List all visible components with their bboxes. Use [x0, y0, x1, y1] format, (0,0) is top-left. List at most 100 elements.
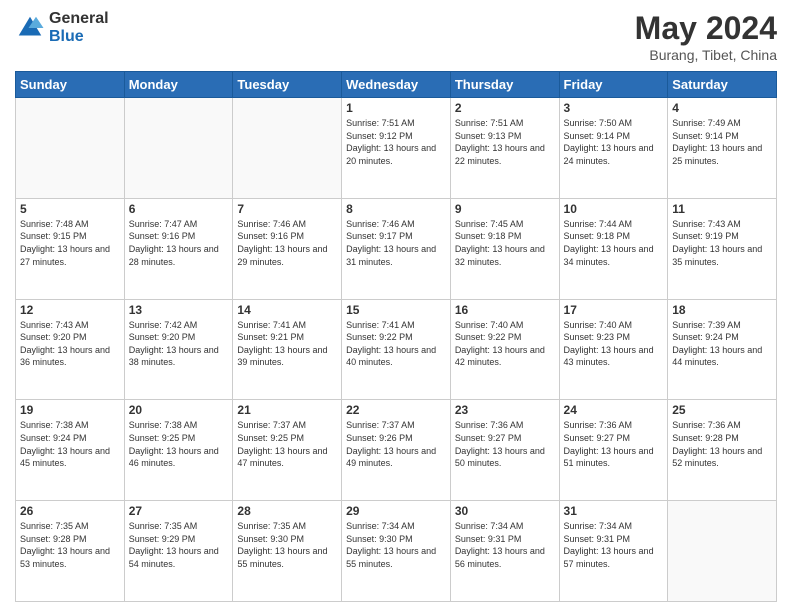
calendar-header: SundayMondayTuesdayWednesdayThursdayFrid… — [16, 72, 777, 98]
day-info: Sunrise: 7:34 AMSunset: 9:31 PMDaylight:… — [564, 520, 664, 570]
day-number: 6 — [129, 202, 229, 216]
day-info: Sunrise: 7:36 AMSunset: 9:27 PMDaylight:… — [564, 419, 664, 469]
week-row-0: 1 Sunrise: 7:51 AMSunset: 9:12 PMDaylight… — [16, 98, 777, 199]
calendar-cell: 10 Sunrise: 7:44 AMSunset: 9:18 PMDayligh… — [559, 198, 668, 299]
day-info: Sunrise: 7:40 AMSunset: 9:23 PMDaylight:… — [564, 319, 664, 369]
calendar-cell: 2 Sunrise: 7:51 AMSunset: 9:13 PMDaylight… — [450, 98, 559, 199]
day-number: 7 — [237, 202, 337, 216]
day-info: Sunrise: 7:44 AMSunset: 9:18 PMDaylight:… — [564, 218, 664, 268]
week-row-2: 12Sunrise: 7:43 AMSunset: 9:20 PMDayligh… — [16, 299, 777, 400]
day-number: 30 — [455, 504, 555, 518]
calendar-title: May 2024 — [635, 10, 777, 47]
day-info: Sunrise: 7:42 AMSunset: 9:20 PMDaylight:… — [129, 319, 229, 369]
day-info: Sunrise: 7:36 AMSunset: 9:27 PMDaylight:… — [455, 419, 555, 469]
day-info: Sunrise: 7:37 AMSunset: 9:26 PMDaylight:… — [346, 419, 446, 469]
calendar-cell: 31 Sunrise: 7:34 AMSunset: 9:31 PMDayligh… — [559, 501, 668, 602]
day-number: 12 — [20, 303, 120, 317]
week-row-4: 26 Sunrise: 7:35 AMSunset: 9:28 PMDayligh… — [16, 501, 777, 602]
day-info: Sunrise: 7:51 AMSunset: 9:12 PMDaylight:… — [346, 117, 446, 167]
day-info: Sunrise: 7:35 AMSunset: 9:28 PMDaylight:… — [20, 520, 120, 570]
header-row: SundayMondayTuesdayWednesdayThursdayFrid… — [16, 72, 777, 98]
calendar-cell: 21Sunrise: 7:37 AMSunset: 9:25 PMDayligh… — [233, 400, 342, 501]
day-number: 14 — [237, 303, 337, 317]
calendar-cell: 1 Sunrise: 7:51 AMSunset: 9:12 PMDaylight… — [342, 98, 451, 199]
day-number: 15 — [346, 303, 446, 317]
header: General Blue May 2024 Burang, Tibet, Chi… — [15, 10, 777, 63]
day-info: Sunrise: 7:36 AMSunset: 9:28 PMDaylight:… — [672, 419, 772, 469]
calendar-cell: 13 Sunrise: 7:42 AMSunset: 9:20 PMDayligh… — [124, 299, 233, 400]
header-cell-monday: Monday — [124, 72, 233, 98]
day-number: 26 — [20, 504, 120, 518]
day-info: Sunrise: 7:41 AMSunset: 9:22 PMDaylight:… — [346, 319, 446, 369]
page: General Blue May 2024 Burang, Tibet, Chi… — [0, 0, 792, 612]
calendar-table: SundayMondayTuesdayWednesdayThursdayFrid… — [15, 71, 777, 602]
week-row-3: 19 Sunrise: 7:38 AMSunset: 9:24 PMDayligh… — [16, 400, 777, 501]
day-number: 1 — [346, 101, 446, 115]
day-number: 29 — [346, 504, 446, 518]
day-number: 25 — [672, 403, 772, 417]
day-info: Sunrise: 7:35 AMSunset: 9:29 PMDaylight:… — [129, 520, 229, 570]
day-info: Sunrise: 7:37 AMSunset: 9:25 PMDaylight:… — [237, 419, 337, 469]
day-info: Sunrise: 7:48 AMSunset: 9:15 PMDaylight:… — [20, 218, 120, 268]
day-info: Sunrise: 7:49 AMSunset: 9:14 PMDaylight:… — [672, 117, 772, 167]
calendar-cell: 26 Sunrise: 7:35 AMSunset: 9:28 PMDayligh… — [16, 501, 125, 602]
calendar-cell: 14 Sunrise: 7:41 AMSunset: 9:21 PMDayligh… — [233, 299, 342, 400]
calendar-body: 1 Sunrise: 7:51 AMSunset: 9:12 PMDaylight… — [16, 98, 777, 602]
day-number: 20 — [129, 403, 229, 417]
calendar-cell: 17Sunrise: 7:40 AMSunset: 9:23 PMDayligh… — [559, 299, 668, 400]
calendar-cell: 29 Sunrise: 7:34 AMSunset: 9:30 PMDayligh… — [342, 501, 451, 602]
calendar-cell: 18 Sunrise: 7:39 AMSunset: 9:24 PMDayligh… — [668, 299, 777, 400]
calendar-cell: 4Sunrise: 7:49 AMSunset: 9:14 PMDaylight… — [668, 98, 777, 199]
calendar-cell — [124, 98, 233, 199]
header-cell-thursday: Thursday — [450, 72, 559, 98]
day-info: Sunrise: 7:38 AMSunset: 9:24 PMDaylight:… — [20, 419, 120, 469]
calendar-cell — [668, 501, 777, 602]
calendar-cell: 16Sunrise: 7:40 AMSunset: 9:22 PMDayligh… — [450, 299, 559, 400]
calendar-cell: 20 Sunrise: 7:38 AMSunset: 9:25 PMDayligh… — [124, 400, 233, 501]
header-cell-sunday: Sunday — [16, 72, 125, 98]
calendar-cell: 19 Sunrise: 7:38 AMSunset: 9:24 PMDayligh… — [16, 400, 125, 501]
calendar-cell: 22Sunrise: 7:37 AMSunset: 9:26 PMDayligh… — [342, 400, 451, 501]
day-number: 28 — [237, 504, 337, 518]
calendar-cell: 27Sunrise: 7:35 AMSunset: 9:29 PMDayligh… — [124, 501, 233, 602]
week-row-1: 5Sunrise: 7:48 AMSunset: 9:15 PMDaylight… — [16, 198, 777, 299]
day-info: Sunrise: 7:41 AMSunset: 9:21 PMDaylight:… — [237, 319, 337, 369]
day-info: Sunrise: 7:39 AMSunset: 9:24 PMDaylight:… — [672, 319, 772, 369]
day-number: 19 — [20, 403, 120, 417]
day-number: 24 — [564, 403, 664, 417]
day-info: Sunrise: 7:51 AMSunset: 9:13 PMDaylight:… — [455, 117, 555, 167]
logo-icon — [15, 13, 45, 43]
calendar-cell: 5Sunrise: 7:48 AMSunset: 9:15 PMDaylight… — [16, 198, 125, 299]
calendar-cell: 15 Sunrise: 7:41 AMSunset: 9:22 PMDayligh… — [342, 299, 451, 400]
calendar-cell: 11Sunrise: 7:43 AMSunset: 9:19 PMDayligh… — [668, 198, 777, 299]
calendar-cell: 28 Sunrise: 7:35 AMSunset: 9:30 PMDayligh… — [233, 501, 342, 602]
day-number: 9 — [455, 202, 555, 216]
calendar-cell: 8Sunrise: 7:46 AMSunset: 9:17 PMDaylight… — [342, 198, 451, 299]
day-number: 8 — [346, 202, 446, 216]
calendar-cell: 12Sunrise: 7:43 AMSunset: 9:20 PMDayligh… — [16, 299, 125, 400]
logo-text: General Blue — [49, 10, 109, 45]
day-number: 2 — [455, 101, 555, 115]
header-cell-wednesday: Wednesday — [342, 72, 451, 98]
header-cell-saturday: Saturday — [668, 72, 777, 98]
day-number: 31 — [564, 504, 664, 518]
day-info: Sunrise: 7:47 AMSunset: 9:16 PMDaylight:… — [129, 218, 229, 268]
calendar-cell — [233, 98, 342, 199]
calendar-cell: 24 Sunrise: 7:36 AMSunset: 9:27 PMDayligh… — [559, 400, 668, 501]
day-info: Sunrise: 7:46 AMSunset: 9:16 PMDaylight:… — [237, 218, 337, 268]
day-number: 16 — [455, 303, 555, 317]
calendar-cell: 6 Sunrise: 7:47 AMSunset: 9:16 PMDaylight… — [124, 198, 233, 299]
day-info: Sunrise: 7:38 AMSunset: 9:25 PMDaylight:… — [129, 419, 229, 469]
day-number: 18 — [672, 303, 772, 317]
calendar-cell: 3Sunrise: 7:50 AMSunset: 9:14 PMDaylight… — [559, 98, 668, 199]
day-info: Sunrise: 7:34 AMSunset: 9:30 PMDaylight:… — [346, 520, 446, 570]
day-number: 13 — [129, 303, 229, 317]
day-info: Sunrise: 7:34 AMSunset: 9:31 PMDaylight:… — [455, 520, 555, 570]
calendar-cell: 7 Sunrise: 7:46 AMSunset: 9:16 PMDaylight… — [233, 198, 342, 299]
calendar-cell: 25 Sunrise: 7:36 AMSunset: 9:28 PMDayligh… — [668, 400, 777, 501]
day-info: Sunrise: 7:35 AMSunset: 9:30 PMDaylight:… — [237, 520, 337, 570]
title-block: May 2024 Burang, Tibet, China — [635, 10, 777, 63]
header-cell-friday: Friday — [559, 72, 668, 98]
day-number: 10 — [564, 202, 664, 216]
logo-blue-text: Blue — [49, 28, 109, 46]
